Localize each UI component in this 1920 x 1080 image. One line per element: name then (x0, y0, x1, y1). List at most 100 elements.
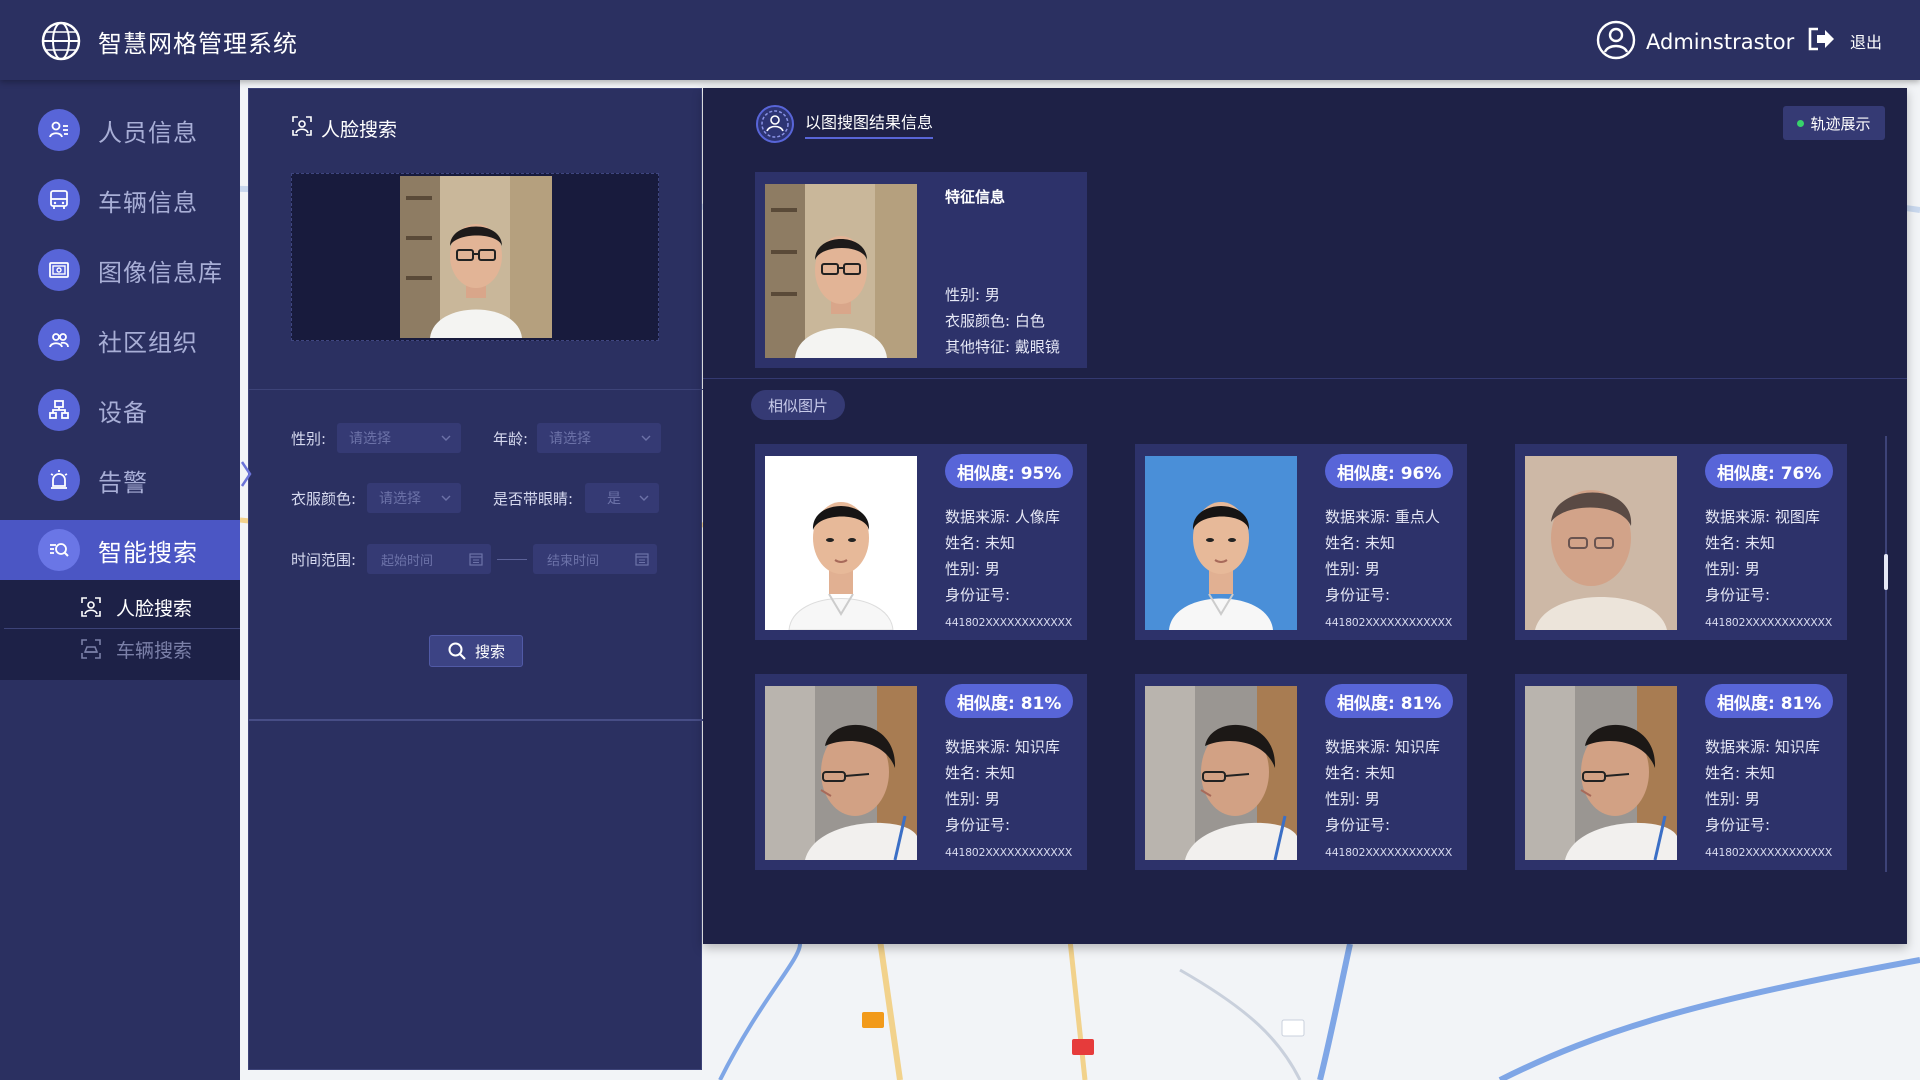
alarm-icon (38, 459, 80, 501)
image-search-badge-icon (756, 105, 794, 143)
face-search-panel: 人脸搜索 性别: 请选择 年龄: 请选择 衣服颜色: 请选择 是否带眼睛: 是 … (248, 88, 703, 1070)
query-face-photo (765, 184, 917, 358)
end-time-placeholder: 结束时间 (547, 553, 600, 569)
result-id-number: 441802XXXXXXXXXXXX (1325, 846, 1453, 859)
result-data-source: 数据来源: 重点人 (1325, 508, 1440, 526)
similar-result-card[interactable]: 相似度: 96% 数据来源: 重点人 姓名: 未知 性别: 男 身份证号: 44… (1135, 444, 1467, 640)
sidebar-item-label: 设备 (98, 398, 148, 427)
result-face-photo (1145, 686, 1297, 861)
result-divider (703, 378, 1907, 379)
age-select-value: 请选择 (549, 431, 591, 447)
result-title-label: 以图搜图结果信息 (805, 109, 934, 139)
similarity-badge: 相似度: 81% (1705, 684, 1834, 718)
result-id-number: 441802XXXXXXXXXXXX (1325, 616, 1453, 629)
chevron-down-icon (641, 435, 651, 441)
result-id-number: 441802XXXXXXXXXXXX (1705, 616, 1833, 629)
app-title: 智慧网格管理系统 (98, 30, 298, 58)
sidebar-subitem-label: 人脸搜索 (116, 597, 193, 620)
search-button-label: 搜索 (474, 642, 505, 661)
search-button[interactable]: 搜索 (429, 635, 523, 667)
result-id-number: 441802XXXXXXXXXXXX (945, 616, 1073, 629)
end-time-input[interactable]: 结束时间 (533, 544, 657, 574)
sidebar-item-smart-search[interactable]: 智能搜索 (0, 520, 240, 580)
feature-title: 特征信息 (945, 188, 1006, 206)
result-name: 姓名: 未知 (945, 534, 1015, 552)
user-name: Adminstrastor (1646, 30, 1795, 54)
scrollbar-thumb[interactable] (1884, 554, 1888, 590)
globe-logo-icon (40, 20, 82, 62)
submenu-divider (4, 628, 240, 629)
result-face-photo (1525, 686, 1677, 861)
uploaded-face-photo (400, 176, 552, 338)
result-face-photo (1525, 456, 1677, 630)
similar-result-card[interactable]: 相似度: 76% 数据来源: 视图库 姓名: 未知 性别: 男 身份证号: 44… (1515, 444, 1847, 640)
face-scan-icon (291, 115, 313, 142)
result-name: 姓名: 未知 (1325, 534, 1395, 552)
scrollbar-track[interactable] (1885, 436, 1887, 872)
similarity-badge: 相似度: 95% (945, 454, 1074, 488)
panel-title: 人脸搜索 (291, 115, 397, 142)
result-data-source: 数据来源: 知识库 (945, 738, 1060, 756)
age-label: 年龄: (493, 429, 529, 448)
glasses-select[interactable]: 是 (585, 483, 659, 513)
top-header: 智慧网格管理系统 Adminstrastor 退出 (0, 0, 1920, 80)
result-id-label: 身份证号: (1705, 586, 1771, 604)
feature-gender: 性别: 男 (945, 286, 1000, 304)
sidebar-item-label: 智能搜索 (98, 538, 198, 567)
logout-label: 退出 (1850, 33, 1883, 52)
similar-result-card[interactable]: 相似度: 81% 数据来源: 知识库 姓名: 未知 性别: 男 身份证号: 44… (755, 674, 1087, 870)
result-name: 姓名: 未知 (1325, 764, 1395, 782)
result-id-number: 441802XXXXXXXXXXXX (945, 846, 1073, 859)
similar-result-card[interactable]: 相似度: 81% 数据来源: 知识库 姓名: 未知 性别: 男 身份证号: 44… (1135, 674, 1467, 870)
clothes-select-value: 请选择 (379, 491, 421, 507)
gender-age-row: 性别: 请选择 年龄: 请选择 (291, 423, 661, 453)
similarity-badge: 相似度: 81% (945, 684, 1074, 718)
logout-button[interactable]: 退出 (1806, 26, 1882, 56)
sidebar-subitem-face-search[interactable]: 人脸搜索 (0, 588, 240, 626)
device-network-icon (38, 389, 80, 431)
result-id-label: 身份证号: (1325, 816, 1391, 834)
trajectory-button[interactable]: 轨迹展示 (1783, 106, 1885, 140)
sidebar-item-label: 社区组织 (98, 328, 198, 357)
map-marker-orange (862, 1012, 884, 1028)
user-menu[interactable]: Adminstrastor (1596, 20, 1794, 64)
time-range-row: 时间范围: 起始时间 结束时间 (291, 544, 657, 574)
feature-clothes-color: 衣服颜色: 白色 (945, 312, 1045, 330)
similar-result-card[interactable]: 相似度: 81% 数据来源: 知识库 姓名: 未知 性别: 男 身份证号: 44… (1515, 674, 1847, 870)
similarity-badge: 相似度: 76% (1705, 454, 1834, 488)
clothes-glasses-row: 衣服颜色: 请选择 是否带眼睛: 是 (291, 483, 659, 513)
calendar-icon (469, 553, 483, 566)
collapse-chevron-icon[interactable] (240, 460, 252, 488)
result-id-label: 身份证号: (945, 586, 1011, 604)
result-face-photo (765, 456, 917, 631)
panel-title-label: 人脸搜索 (321, 119, 398, 141)
sidebar-subitem-vehicle-search[interactable]: 车辆搜索 (0, 630, 240, 668)
sidebar-item-image-library[interactable]: 图像信息库 (0, 240, 240, 300)
chevron-down-icon (441, 495, 451, 501)
sidebar-item-label: 人员信息 (98, 118, 198, 147)
range-separator (497, 558, 527, 560)
clothes-color-select[interactable]: 请选择 (367, 483, 461, 513)
result-id-label: 身份证号: (1325, 586, 1391, 604)
age-select[interactable]: 请选择 (537, 423, 661, 453)
chevron-down-icon (639, 495, 649, 501)
start-time-input[interactable]: 起始时间 (367, 544, 491, 574)
sidebar-item-community[interactable]: 社区组织 (0, 310, 240, 370)
sidebar-item-vehicles[interactable]: 车辆信息 (0, 170, 240, 230)
image-library-icon (38, 249, 80, 291)
similar-result-card[interactable]: 相似度: 95% 数据来源: 人像库 姓名: 未知 性别: 男 身份证号: 44… (755, 444, 1087, 640)
sidebar-item-personnel[interactable]: 人员信息 (0, 100, 240, 160)
logout-icon (1806, 26, 1836, 56)
result-name: 姓名: 未知 (945, 764, 1015, 782)
image-upload-area[interactable] (291, 173, 659, 341)
sidebar-item-devices[interactable]: 设备 (0, 380, 240, 440)
panel-divider (249, 389, 703, 390)
gender-select-value: 请选择 (349, 431, 391, 447)
sidebar-item-alarm[interactable]: 告警 (0, 450, 240, 510)
sidebar-item-label: 图像信息库 (98, 258, 223, 287)
result-name: 姓名: 未知 (1705, 764, 1775, 782)
feature-info-card: 特征信息 性别: 男 衣服颜色: 白色 其他特征: 戴眼镜 (755, 172, 1087, 368)
result-gender: 性别: 男 (1705, 790, 1760, 808)
result-id-number: 441802XXXXXXXXXXXX (1705, 846, 1833, 859)
gender-select[interactable]: 请选择 (337, 423, 461, 453)
